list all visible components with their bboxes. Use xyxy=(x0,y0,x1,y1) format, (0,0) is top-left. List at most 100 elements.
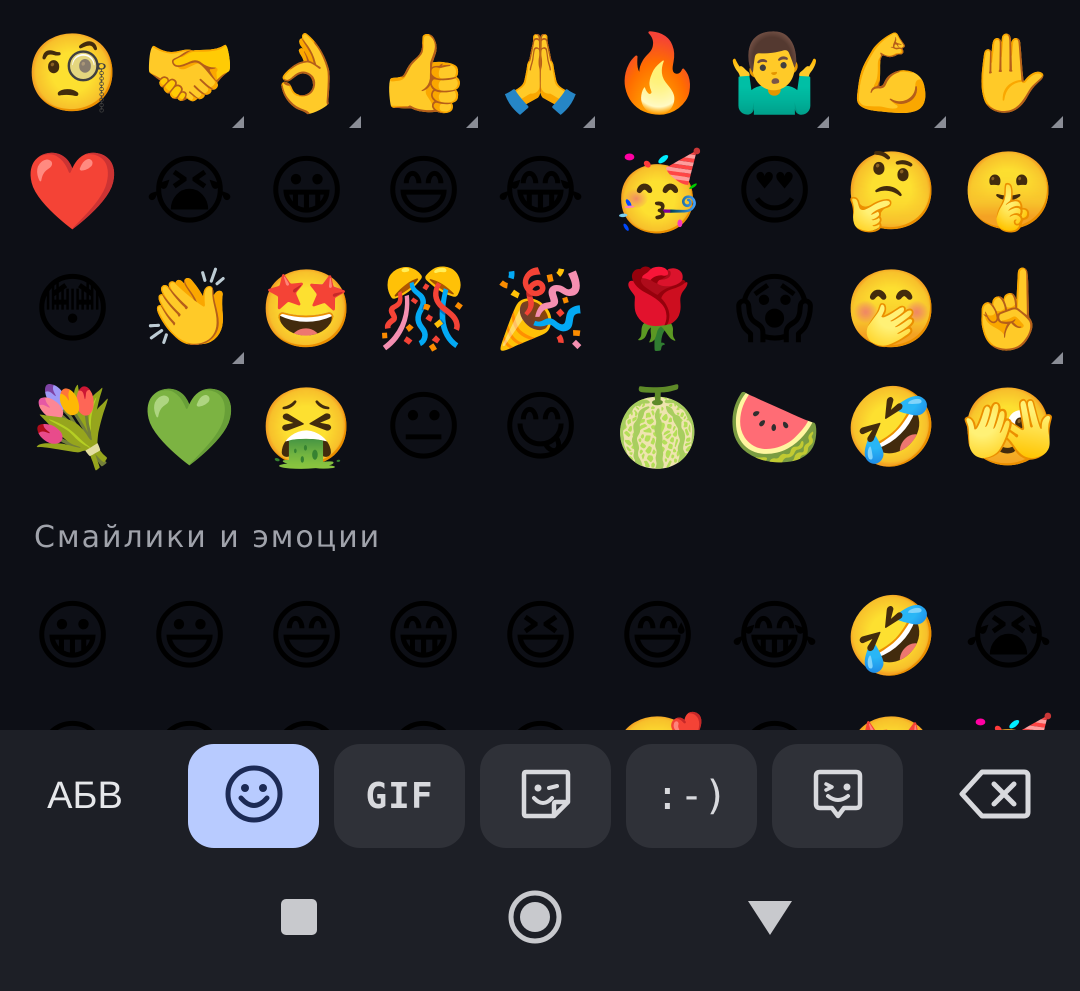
thumbs-up-emoji[interactable]: 👍 xyxy=(365,14,482,132)
squinting-laughing-emoji[interactable]: 😆 xyxy=(482,576,599,696)
loudly-crying-face-emoji[interactable]: 😭 xyxy=(950,576,1067,696)
emoji-panel: 🧐 🤝 👌 👍 🙏 🔥 🤷‍♂️ 💪 ✋ ❤️ 😭 😀 😄 😂 🥳 😍 🤔 🤫 😳 👏 🤩 🎊 🎉 🌹 😱 🤭 ☝️ 💐 💚 🤮 😐 😋 🍈 🍉 🤣… xyxy=(0,0,1080,730)
vomiting-face-emoji[interactable]: 🤮 xyxy=(248,368,365,486)
star-struck-emoji[interactable]: 🤩 xyxy=(248,250,365,368)
emoji-glyph: 😙 xyxy=(267,718,346,731)
emoji-glyph: 👌 xyxy=(259,28,354,117)
emoji-glyph: 😚 xyxy=(384,718,463,731)
emoji-glyph: 😐 xyxy=(383,382,464,471)
ok-hand-emoji[interactable]: 👌 xyxy=(248,14,365,132)
emoji-glyph: 😉 xyxy=(33,718,112,731)
green-heart-emoji[interactable]: 💚 xyxy=(131,368,248,486)
emoji-tab-button[interactable] xyxy=(188,744,319,848)
face-blowing-kiss-emoji[interactable]: 😘 xyxy=(482,696,599,731)
skin-tone-variants-indicator xyxy=(466,116,478,128)
beaming-face-emoji[interactable]: 😁 xyxy=(365,576,482,696)
skin-tone-variants-indicator xyxy=(934,116,946,128)
hand-over-mouth-emoji[interactable]: 🤭 xyxy=(833,250,950,368)
loudly-crying-face-emoji[interactable]: 😭 xyxy=(131,132,248,250)
raised-hand-emoji[interactable]: ✋ xyxy=(950,14,1067,132)
index-pointing-up-emoji[interactable]: ☝️ xyxy=(950,250,1067,368)
abc-keyboard-button[interactable]: АБВ xyxy=(20,744,150,848)
rolling-on-floor-laughing-emoji[interactable]: 🤣 xyxy=(833,368,950,486)
grinning-face-emoji[interactable]: 😀 xyxy=(248,132,365,250)
section-title: Смайлики и эмоции xyxy=(34,520,382,555)
emoji-glyph: 😍 xyxy=(734,146,815,235)
tears-of-joy-emoji[interactable]: 😂 xyxy=(716,576,833,696)
heart-eyes-emoji[interactable]: 😍 xyxy=(716,696,833,731)
kissing-closed-eyes-emoji[interactable]: 😚 xyxy=(365,696,482,731)
thinking-face-emoji[interactable]: 🤔 xyxy=(833,132,950,250)
backspace-button[interactable] xyxy=(930,744,1060,848)
kissing-smiling-eyes-emoji[interactable]: 😙 xyxy=(248,696,365,731)
keyboard-toolbar: АБВ GIF :-) xyxy=(0,730,1080,860)
savoring-food-emoji[interactable]: 😋 xyxy=(482,368,599,486)
emoji-glyph: 😂 xyxy=(730,591,819,680)
recents-button[interactable] xyxy=(264,884,334,954)
emoji-glyph: 🤭 xyxy=(844,264,939,353)
peeking-eye-emoji[interactable]: 🫣 xyxy=(950,368,1067,486)
man-shrugging-emoji[interactable]: 🤷‍♂️ xyxy=(716,14,833,132)
emoji-kitchen-tab-button[interactable] xyxy=(772,744,903,848)
flexed-biceps-emoji[interactable]: 💪 xyxy=(833,14,950,132)
emoji-glyph: 😗 xyxy=(150,718,229,731)
home-button[interactable] xyxy=(500,884,570,954)
emoticon-tab-button[interactable]: :-) xyxy=(626,744,757,848)
emoji-glyph: ☝️ xyxy=(961,264,1056,353)
star-struck-emoji[interactable]: 🤩 xyxy=(833,696,950,731)
neutral-face-emoji[interactable]: 😐 xyxy=(365,368,482,486)
handshake-emoji[interactable]: 🤝 xyxy=(131,14,248,132)
grinning-big-eyes-emoji[interactable]: 😃 xyxy=(131,576,248,696)
smiling-hearts-emoji[interactable]: 🥰 xyxy=(599,696,716,731)
shushing-face-emoji[interactable]: 🤫 xyxy=(950,132,1067,250)
back-button[interactable] xyxy=(735,884,805,954)
heart-eyes-emoji[interactable]: 😍 xyxy=(716,132,833,250)
emoji-glyph: 😆 xyxy=(500,591,581,680)
emoji-glyph: 🤮 xyxy=(259,382,354,471)
rose-emoji[interactable]: 🌹 xyxy=(599,250,716,368)
back-triangle-icon xyxy=(746,897,794,941)
winking-face-emoji[interactable]: 😉 xyxy=(14,696,131,731)
sticker-tab-button[interactable] xyxy=(480,744,611,848)
confetti-ball-emoji[interactable]: 🎊 xyxy=(365,250,482,368)
emoji-glyph: 🤣 xyxy=(844,591,939,680)
bouquet-emoji[interactable]: 💐 xyxy=(14,368,131,486)
emoji-glyph: 🥳 xyxy=(610,146,705,235)
gif-tab-button[interactable]: GIF xyxy=(334,744,465,848)
rolling-on-floor-laughing-emoji[interactable]: 🤣 xyxy=(833,576,950,696)
clapping-hands-emoji[interactable]: 👏 xyxy=(131,250,248,368)
emoji-glyph: 😁 xyxy=(383,591,464,680)
emoji-glyph: 🥳 xyxy=(961,718,1056,731)
party-popper-emoji[interactable]: 🎉 xyxy=(482,250,599,368)
grinning-sweat-emoji[interactable]: 😅 xyxy=(599,576,716,696)
emoji-glyph: 💚 xyxy=(142,382,237,471)
flushed-face-emoji[interactable]: 😳 xyxy=(14,250,131,368)
emoji-glyph: 😄 xyxy=(383,146,464,235)
kissing-face-emoji[interactable]: 😗 xyxy=(131,696,248,731)
emoji-glyph: 🫣 xyxy=(961,382,1056,471)
folded-hands-emoji[interactable]: 🙏 xyxy=(482,14,599,132)
emoji-glyph: ❤️ xyxy=(25,146,120,235)
watermelon-emoji[interactable]: 🍉 xyxy=(716,368,833,486)
system-navigation-bar xyxy=(0,860,1080,991)
tears-of-joy-emoji[interactable]: 😂 xyxy=(482,132,599,250)
fire-emoji[interactable]: 🔥 xyxy=(599,14,716,132)
emoji-glyph: 🧐 xyxy=(25,28,120,117)
skin-tone-variants-indicator xyxy=(817,116,829,128)
skin-tone-variants-indicator xyxy=(583,116,595,128)
emoji-glyph: 😭 xyxy=(145,146,234,235)
screaming-face-emoji[interactable]: 😱 xyxy=(716,250,833,368)
grinning-smiling-eyes-emoji[interactable]: 😄 xyxy=(248,576,365,696)
monocle-face-emoji[interactable]: 🧐 xyxy=(14,14,131,132)
red-heart-emoji[interactable]: ❤️ xyxy=(14,132,131,250)
backspace-icon xyxy=(958,766,1032,826)
emoji-kitchen-icon xyxy=(808,764,868,828)
grinning-smiling-eyes-emoji[interactable]: 😄 xyxy=(365,132,482,250)
melon-emoji[interactable]: 🍈 xyxy=(599,368,716,486)
home-circle-icon xyxy=(507,889,563,949)
partying-face-emoji[interactable]: 🥳 xyxy=(950,696,1067,731)
emoji-glyph: ✋ xyxy=(961,28,1056,117)
partying-face-emoji[interactable]: 🥳 xyxy=(599,132,716,250)
grinning-face-emoji[interactable]: 😀 xyxy=(14,576,131,696)
emoji-glyph: 🥰 xyxy=(610,718,705,731)
